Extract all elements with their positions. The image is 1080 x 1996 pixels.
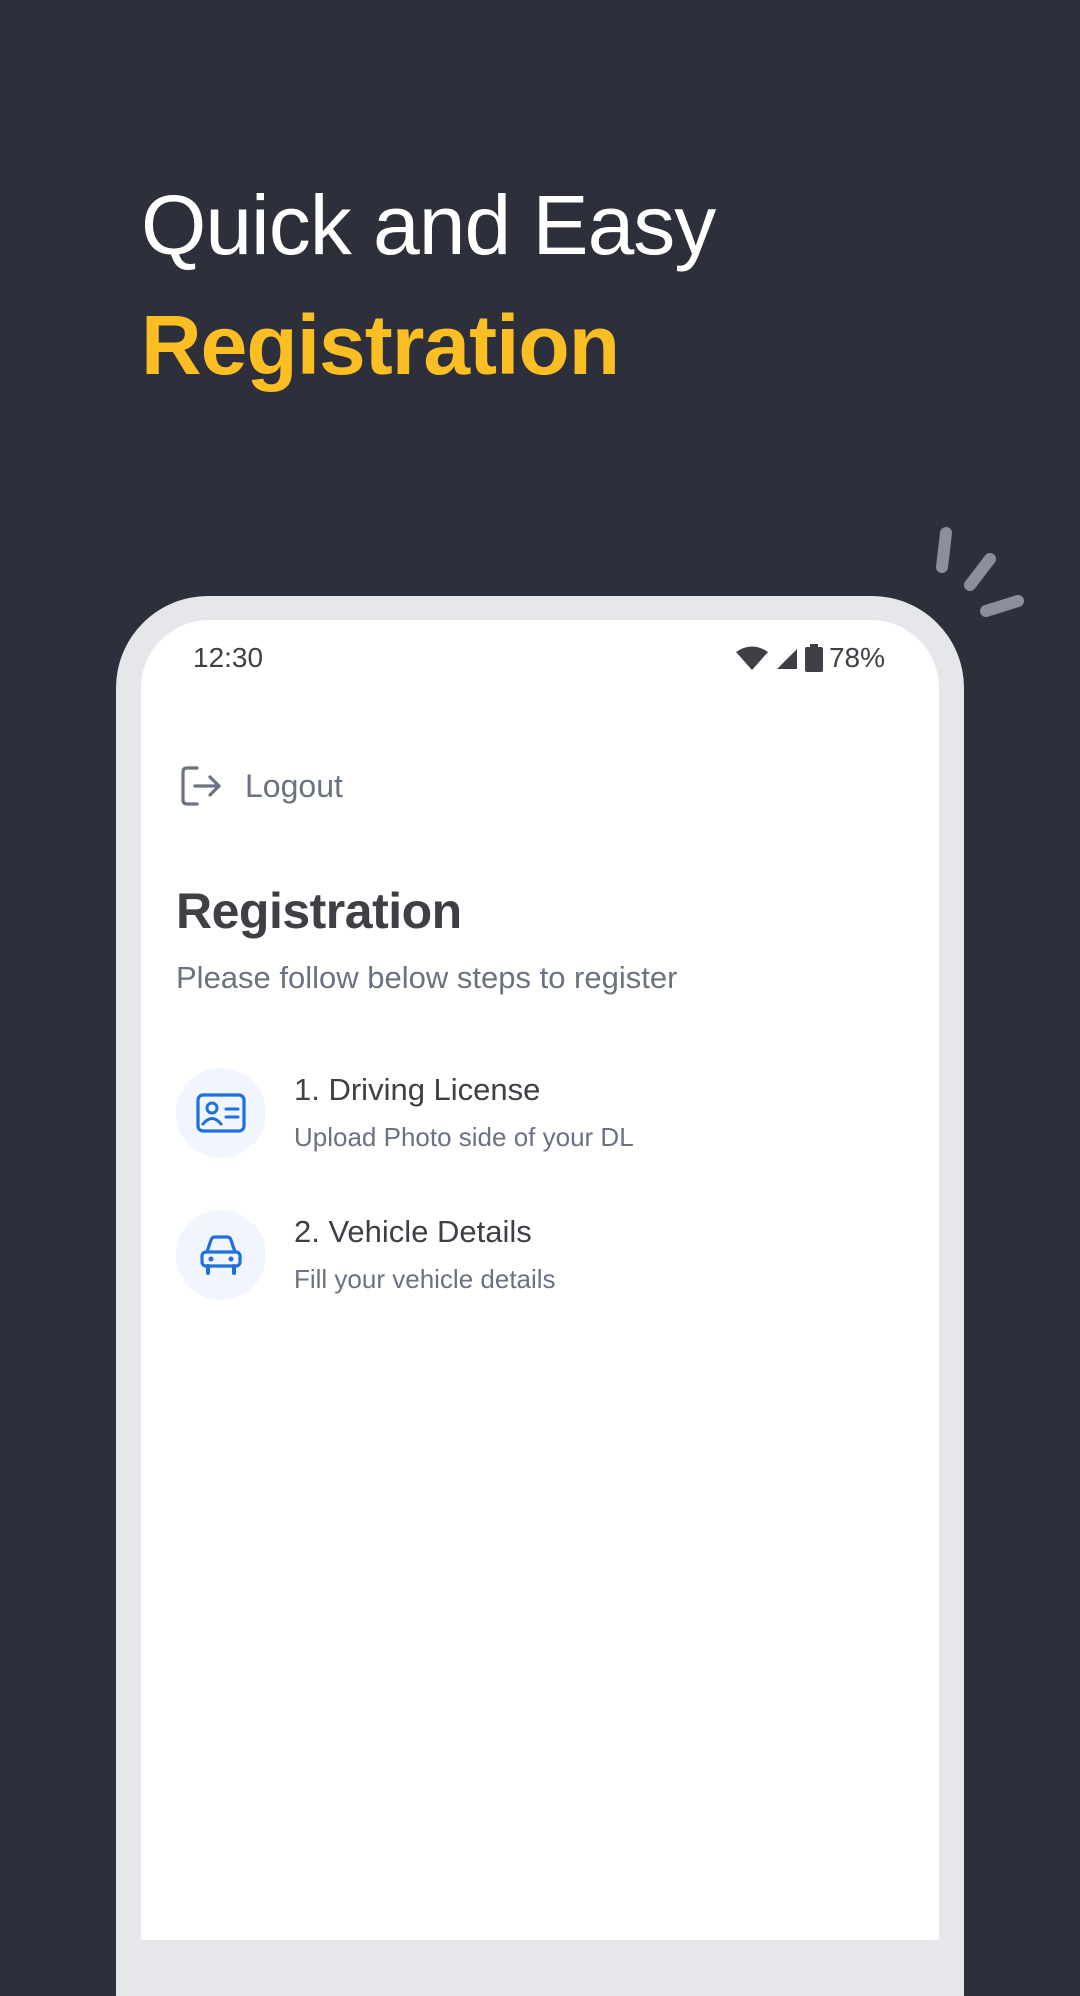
page-title: Registration [176,883,462,939]
wifi-icon [735,646,768,670]
step-icon-container [176,1068,266,1158]
status-bar: 12:30 78% [141,620,939,700]
battery-icon [804,644,823,672]
step-title: 1. Driving License [294,1072,541,1107]
logout-button[interactable]: Logout [179,764,343,808]
car-icon [200,1235,242,1275]
step-title: 2. Vehicle Details [294,1214,532,1249]
step-description: Upload Photo side of your DL [294,1122,634,1152]
signal-icon [776,649,797,669]
step-description: Fill your vehicle details [294,1264,556,1294]
steps-list: 1. Driving License Upload Photo side of … [176,1068,896,1352]
step-icon-container [176,1210,266,1300]
logout-icon [181,766,221,806]
page-subtitle: Please follow below steps to register [176,960,678,995]
step-driving-license[interactable]: 1. Driving License Upload Photo side of … [176,1068,896,1210]
battery-percent: 78% [828,642,885,673]
status-time: 12:30 [193,642,264,673]
hero-line-2: Registration [141,298,620,392]
phone-screen: 12:30 78% Logout Registration Please fol… [141,620,939,1940]
hero-headline: Quick and Easy Registration [141,170,716,410]
sparkle-icon [936,527,1024,617]
status-icons: 78% [735,642,885,674]
id-card-icon [196,1093,246,1133]
step-vehicle-details[interactable]: 2. Vehicle Details Fill your vehicle det… [176,1210,896,1352]
hero-line-1: Quick and Easy [141,178,716,272]
logout-label: Logout [245,767,343,804]
